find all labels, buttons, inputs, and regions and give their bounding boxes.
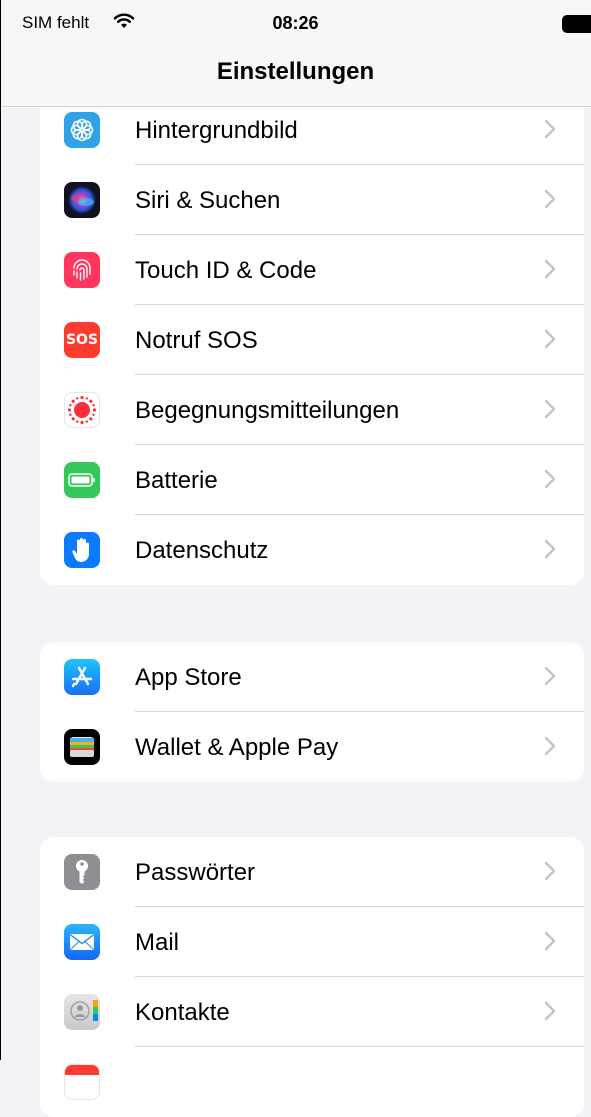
sos-icon: SOS <box>64 322 100 358</box>
settings-group-3: Passwörter Mail Kontakte <box>40 837 584 1117</box>
settings-row-passwoerter[interactable]: Passwörter <box>40 837 584 907</box>
battery-icon <box>64 462 100 498</box>
chevron-right-icon <box>544 399 556 424</box>
siri-icon <box>64 182 100 218</box>
screen-border <box>0 0 1 1060</box>
row-label: Hintergrundbild <box>135 117 298 144</box>
settings-row-app-store[interactable]: App Store <box>40 642 584 712</box>
chevron-right-icon <box>544 119 556 144</box>
row-label: App Store <box>135 664 242 691</box>
chevron-right-icon <box>544 931 556 956</box>
calendar-header <box>65 1065 99 1075</box>
chevron-right-icon <box>544 329 556 354</box>
fingerprint-icon <box>64 252 100 288</box>
chevron-right-icon <box>544 259 556 284</box>
chevron-right-icon <box>544 469 556 494</box>
settings-row-kontakte[interactable]: Kontakte <box>40 977 584 1047</box>
settings-row-mail[interactable]: Mail <box>40 907 584 977</box>
status-bar: SIM fehlt 08:26 <box>0 0 591 42</box>
chevron-right-icon <box>544 666 556 691</box>
row-label: Passwörter <box>135 859 256 886</box>
chevron-right-icon <box>544 539 556 564</box>
settings-row-batterie[interactable]: Batterie <box>40 445 584 515</box>
contacts-icon <box>64 994 100 1030</box>
settings-row-siri[interactable]: Siri & Suchen <box>40 165 584 235</box>
app-store-icon <box>64 659 100 695</box>
wallpaper-icon <box>64 112 100 148</box>
battery-status-icon <box>562 15 591 33</box>
row-label: Mail <box>135 929 180 956</box>
row-label: Kontakte <box>135 999 230 1026</box>
row-label: Datenschutz <box>135 537 269 564</box>
exposure-icon <box>64 392 100 428</box>
calendar-icon <box>64 1064 100 1100</box>
settings-row-wallet[interactable]: Wallet & Apple Pay <box>40 712 584 782</box>
key-icon <box>64 854 100 890</box>
settings-row-kalender[interactable] <box>40 1047 584 1117</box>
hand-icon <box>64 532 100 568</box>
clock: 08:26 <box>272 13 319 33</box>
chevron-right-icon <box>544 861 556 886</box>
row-label: Batterie <box>135 467 218 494</box>
settings-row-begegnungsmitteilungen[interactable]: Begegnungsmitteilungen <box>40 375 584 445</box>
chevron-right-icon <box>544 1001 556 1026</box>
row-label: Notruf SOS <box>135 327 258 354</box>
row-label: Siri & Suchen <box>135 187 281 214</box>
chevron-right-icon <box>544 736 556 761</box>
chevron-right-icon <box>544 189 556 214</box>
row-label: Touch ID & Code <box>135 257 317 284</box>
settings-group-2: App Store Wallet & Apple Pay <box>40 642 584 782</box>
row-label: Wallet & Apple Pay <box>135 734 339 761</box>
wallet-icon <box>64 729 100 765</box>
page-title: Einstellungen <box>216 58 375 85</box>
settings-row-touch-id[interactable]: Touch ID & Code <box>40 235 584 305</box>
sos-icon-text: SOS <box>65 332 99 348</box>
row-label: Begegnungsmitteilungen <box>135 397 400 424</box>
settings-row-datenschutz[interactable]: Datenschutz <box>40 515 584 585</box>
settings-group-1: Hintergrundbild Siri & Suchen Touch ID &… <box>40 95 584 585</box>
mail-icon <box>64 924 100 960</box>
navigation-bar: Einstellungen <box>0 42 591 107</box>
settings-row-notruf-sos[interactable]: SOS Notruf SOS <box>40 305 584 375</box>
